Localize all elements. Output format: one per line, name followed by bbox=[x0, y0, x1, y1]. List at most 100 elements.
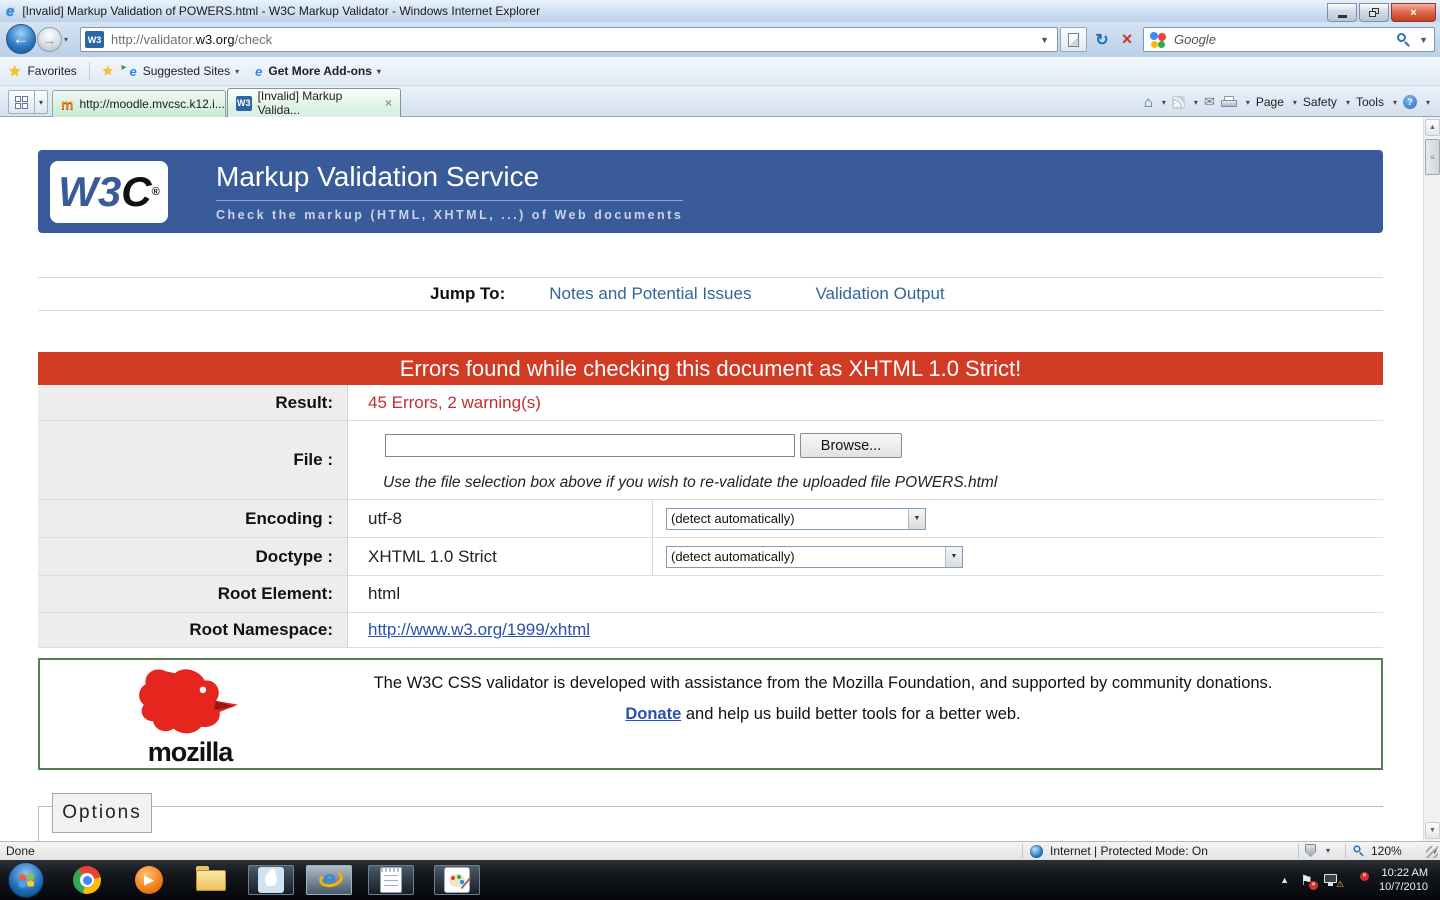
favorites-label: Favorites bbox=[27, 64, 76, 78]
ie-window: e [Invalid] Markup Validation of POWERS.… bbox=[0, 0, 1440, 900]
donate-link[interactable]: Donate bbox=[625, 705, 681, 723]
browse-button[interactable]: Browse... bbox=[800, 433, 902, 458]
zone-text: Internet | Protected Mode: On bbox=[1050, 844, 1208, 858]
suggested-sites-button[interactable]: e Suggested Sites ▾ bbox=[121, 60, 247, 82]
internet-explorer-icon: e bbox=[322, 866, 335, 894]
scrollbar-thumb[interactable]: ≡ bbox=[1425, 139, 1440, 175]
search-icon[interactable] bbox=[1397, 33, 1411, 47]
address-dropdown-icon[interactable]: ▼ bbox=[1036, 35, 1053, 45]
zoom-level-button[interactable]: 120% ▾ bbox=[1352, 844, 1437, 858]
home-button[interactable]: ⌂ ▾ bbox=[1144, 94, 1166, 111]
safety-menu-label: Safety bbox=[1303, 95, 1337, 109]
system-tray: ▲ ⚑× ⚠ × 10:22 AM 10/7/2010 bbox=[1280, 860, 1428, 900]
taskbar-notepad-button[interactable] bbox=[368, 865, 414, 895]
search-options-dropdown[interactable]: ▼ bbox=[1419, 35, 1428, 45]
start-button[interactable] bbox=[8, 862, 44, 898]
security-zone-indicator[interactable]: Internet | Protected Mode: On bbox=[1030, 844, 1208, 858]
read-mail-button[interactable]: ✉ bbox=[1204, 94, 1215, 110]
tab-validator-active[interactable]: W3 [Invalid] Markup Valida... × bbox=[227, 88, 401, 117]
minimize-button[interactable] bbox=[1327, 3, 1357, 22]
notepad-icon bbox=[380, 867, 402, 893]
taskbar-clock[interactable]: 10:22 AM 10/7/2010 bbox=[1379, 866, 1428, 894]
stop-button[interactable]: × bbox=[1115, 27, 1139, 52]
show-hidden-icons-button[interactable]: ▲ bbox=[1280, 875, 1289, 885]
taskbar-chrome-button[interactable] bbox=[64, 865, 110, 895]
w3c-header-banner: W3C® Markup Validation Service Check the… bbox=[38, 150, 1383, 233]
root-namespace-link[interactable]: http://www.w3.org/1999/xhtml bbox=[368, 620, 590, 640]
w3c-logo-w3: W3 bbox=[58, 168, 121, 216]
w3c-logo-c: C bbox=[121, 168, 151, 216]
options-fieldset-border bbox=[38, 806, 1383, 841]
tab-moodle[interactable]: m http://moodle.mvcsc.k12.i... bbox=[52, 90, 226, 117]
restore-button[interactable] bbox=[1359, 3, 1389, 22]
action-center-icon[interactable]: ⚑× bbox=[1298, 872, 1315, 889]
scrollbar-up-button[interactable]: ▲ bbox=[1425, 119, 1440, 136]
back-arrow-icon: ← bbox=[13, 29, 30, 49]
select-dropdown-icon[interactable]: ▼ bbox=[908, 509, 925, 529]
recent-pages-dropdown[interactable]: ▾ bbox=[64, 35, 68, 44]
taskbar-media-player-button[interactable]: ▶ bbox=[126, 865, 172, 895]
compatibility-view-button[interactable] bbox=[1060, 27, 1087, 52]
encoding-select-value: (detect automatically) bbox=[667, 511, 795, 526]
inprivate-filter-button[interactable]: ▾ bbox=[1305, 844, 1330, 857]
select-dropdown-icon[interactable]: ▼ bbox=[945, 547, 962, 567]
scrollbar-down-button[interactable]: ▼ bbox=[1425, 822, 1440, 839]
stop-icon: × bbox=[1122, 29, 1133, 50]
quick-tabs-button[interactable] bbox=[8, 90, 35, 114]
tab-close-icon[interactable]: × bbox=[385, 96, 392, 110]
back-button[interactable]: ← bbox=[6, 24, 36, 54]
link-validation-output[interactable]: Validation Output bbox=[815, 284, 944, 304]
windows-logo-icon bbox=[19, 873, 34, 888]
ie-icon: e bbox=[129, 64, 136, 79]
address-url[interactable]: http://validator.w3.org/check bbox=[111, 32, 1036, 47]
globe-icon bbox=[1030, 845, 1043, 858]
zoom-magnifier-icon bbox=[1353, 845, 1364, 856]
print-button[interactable]: ▾ bbox=[1221, 96, 1250, 109]
favorites-button[interactable]: ★ Favorites bbox=[0, 60, 85, 82]
help-button[interactable]: ? ▾ bbox=[1403, 95, 1430, 109]
mozilla-line2-rest: and help us build better tools for a bet… bbox=[681, 705, 1020, 723]
get-more-addons-button[interactable]: e Get More Add-ons ▾ bbox=[247, 60, 389, 82]
page-subtitle: Check the markup (HTML, XHTML, ...) of W… bbox=[216, 208, 683, 222]
compatibility-view-icon bbox=[1068, 33, 1079, 47]
taskbar-paint-button[interactable] bbox=[434, 865, 480, 895]
search-box[interactable]: Google ▼ bbox=[1143, 27, 1435, 52]
zoom-level-value: 120% bbox=[1371, 844, 1402, 858]
doctype-select[interactable]: (detect automatically) ▼ bbox=[666, 546, 963, 568]
tools-menu-button[interactable]: Tools ▾ bbox=[1356, 95, 1397, 109]
taskbar-explorer-button[interactable] bbox=[188, 865, 234, 895]
options-legend[interactable]: Options bbox=[52, 793, 152, 833]
root-namespace-label: Root Namespace: bbox=[38, 613, 348, 647]
encoding-select[interactable]: (detect automatically) ▼ bbox=[666, 508, 926, 530]
page-menu-button[interactable]: Page ▾ bbox=[1256, 95, 1297, 109]
add-to-favorites-bar-button[interactable]: ★ ▸ bbox=[94, 60, 122, 82]
table-row-result: Result: 45 Errors, 2 warning(s) bbox=[38, 385, 1383, 421]
error-badge: × bbox=[1309, 881, 1318, 890]
file-upload-input[interactable] bbox=[385, 434, 795, 457]
network-status-icon[interactable]: ⚠ bbox=[1324, 873, 1340, 887]
tab-list-dropdown[interactable]: ▾ bbox=[35, 90, 48, 114]
tools-menu-label: Tools bbox=[1356, 95, 1384, 109]
get-more-addons-label: Get More Add-ons bbox=[268, 64, 372, 78]
mozilla-banner: mozilla The W3C CSS validator is develop… bbox=[38, 658, 1383, 770]
clock-date: 10/7/2010 bbox=[1379, 880, 1428, 894]
taskbar-app-button[interactable] bbox=[248, 865, 294, 895]
search-input[interactable]: Google bbox=[1174, 32, 1397, 47]
address-bar[interactable]: W3 http://validator.w3.org/check ▼ bbox=[80, 27, 1058, 52]
favorites-bar: ★ Favorites ★ ▸ e Suggested Sites ▾ e Ge… bbox=[0, 57, 1440, 86]
taskbar-ie-button-active[interactable]: e bbox=[306, 865, 352, 895]
refresh-button[interactable]: ↻ bbox=[1089, 27, 1115, 52]
w3c-logo[interactable]: W3C® bbox=[50, 161, 168, 223]
forward-button[interactable]: → bbox=[37, 27, 62, 52]
chevron-down-icon: ▾ bbox=[1393, 98, 1397, 107]
table-row-doctype: Doctype : XHTML 1.0 Strict (detect autom… bbox=[38, 538, 1383, 576]
close-button[interactable]: × bbox=[1391, 3, 1436, 22]
feeds-button[interactable]: ▾ bbox=[1172, 96, 1198, 109]
safety-menu-button[interactable]: Safety ▾ bbox=[1303, 95, 1350, 109]
resize-grip[interactable] bbox=[1426, 846, 1438, 858]
status-text: Done bbox=[6, 844, 35, 858]
doctype-value: XHTML 1.0 Strict bbox=[368, 538, 497, 575]
divider bbox=[89, 62, 90, 80]
link-notes-and-potential-issues[interactable]: Notes and Potential Issues bbox=[549, 284, 751, 304]
vertical-scrollbar[interactable]: ▲ ≡ ▼ bbox=[1423, 117, 1440, 841]
